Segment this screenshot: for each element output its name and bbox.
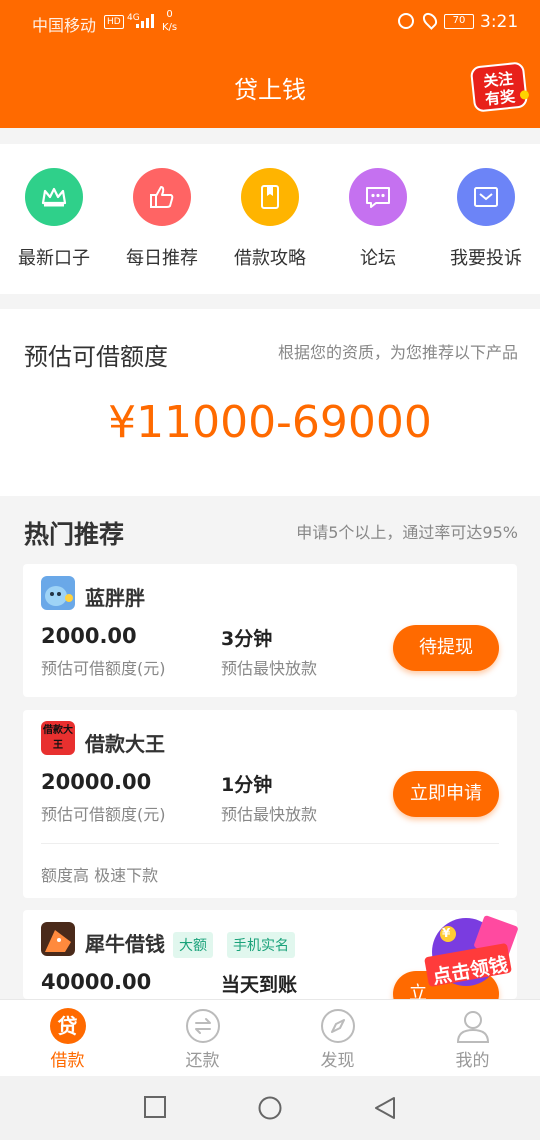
alarm-icon	[398, 13, 414, 29]
clock: 3:21	[480, 12, 519, 32]
menu-item-latest[interactable]: 最新口子	[0, 168, 108, 270]
product-logo	[41, 576, 75, 610]
loan-icon-text: 贷	[49, 1008, 86, 1044]
product-logo	[41, 922, 75, 956]
menu-label: 借款攻略	[234, 248, 306, 269]
menu-label: 每日推荐	[126, 248, 198, 269]
credit-estimate-section: 预估可借额度 根据您的资质，为您推荐以下产品 ¥11000-69000	[0, 309, 540, 496]
section-note: 申请5个以上，通过率可达95%	[296, 523, 518, 542]
tab-label: 借款	[50, 1051, 85, 1071]
tab-repay[interactable]: 还款	[135, 1008, 270, 1071]
repay-icon	[185, 1008, 221, 1044]
status-bar: 中国移动 HD 4G 0 K/s 70 3:21	[0, 0, 540, 46]
follow-badge-line2: 有奖	[484, 87, 517, 109]
tab-loan[interactable]: 贷 借款	[0, 1008, 135, 1071]
back-button[interactable]	[374, 1096, 396, 1124]
menu-item-daily[interactable]: 每日推荐	[108, 168, 216, 270]
hd-badge: HD	[104, 15, 124, 29]
menu-item-complaint[interactable]: 我要投诉	[432, 168, 540, 270]
product-speed: 3分钟	[221, 628, 273, 650]
loan-icon: 贷	[49, 1008, 86, 1044]
bottom-tab-bar: 贷 借款 还款 发现 我的	[0, 999, 540, 1076]
withdraw-button[interactable]: 待提现	[393, 625, 499, 671]
amount-label: 预估可借额度(元)	[41, 805, 166, 824]
tab-label: 我的	[455, 1051, 490, 1071]
credit-title: 预估可借额度	[24, 343, 168, 371]
product-logo-text: 借款大王	[43, 725, 73, 751]
menu-label: 论坛	[360, 248, 396, 269]
menu-item-guide[interactable]: 借款攻略	[216, 168, 324, 270]
location-icon	[420, 10, 440, 30]
product-name: 借款大王	[85, 732, 165, 756]
product-speed: 当天到账	[221, 974, 298, 996]
product-tag: 手机实名	[227, 932, 295, 958]
amount-label: 预估可借额度(元)	[41, 659, 166, 678]
carrier-name: 中国移动	[32, 16, 97, 35]
divider	[41, 843, 499, 844]
crown-icon	[25, 168, 83, 226]
app-header: 中国移动 HD 4G 0 K/s 70 3:21 贷上钱 关注 有奖	[0, 0, 540, 128]
tab-label: 还款	[185, 1051, 220, 1071]
promo-coin-label: ¥	[442, 926, 451, 940]
product-feature: 额度高 极速下款	[41, 866, 159, 885]
product-card[interactable]: 借款大王 借款大王 20000.00 预估可借额度(元) 1分钟 预估最快放款 …	[23, 710, 517, 898]
product-card[interactable]: 蓝胖胖 2000.00 预估可借额度(元) 3分钟 预估最快放款 待提现	[23, 564, 517, 697]
menu-label: 我要投诉	[450, 248, 522, 269]
speed-label: 预估最快放款	[221, 805, 318, 824]
tab-label: 发现	[320, 1051, 355, 1071]
product-logo: 借款大王	[41, 721, 75, 755]
section-title: 热门推荐	[24, 520, 125, 549]
menu-label: 最新口子	[18, 248, 90, 269]
product-amount: 2000.00	[41, 624, 137, 648]
tab-discover[interactable]: 发现	[270, 1008, 405, 1071]
network-speed-value: 0	[166, 9, 173, 20]
network-speed-unit: K/s	[162, 22, 178, 33]
envelope-icon	[457, 168, 515, 226]
signal-icon	[136, 14, 156, 28]
quick-menu: 最新口子 每日推荐 借款攻略 论坛 我要投诉	[0, 144, 540, 294]
system-nav-bar	[0, 1076, 540, 1140]
bookmark-icon	[241, 168, 299, 226]
recents-button[interactable]	[144, 1096, 166, 1122]
product-name: 蓝胖胖	[85, 586, 145, 610]
compass-icon	[320, 1008, 356, 1044]
product-amount: 40000.00	[41, 970, 152, 994]
product-name: 犀牛借钱	[85, 932, 165, 956]
apply-button[interactable]: 立即申请	[393, 771, 499, 817]
speed-label: 预估最快放款	[221, 659, 318, 678]
credit-amount: ¥11000-69000	[108, 397, 432, 448]
credit-note: 根据您的资质，为您推荐以下产品	[277, 343, 518, 362]
home-button[interactable]	[258, 1096, 282, 1124]
page-title: 贷上钱	[234, 76, 306, 104]
product-speed: 1分钟	[221, 774, 273, 796]
user-icon	[455, 1008, 491, 1044]
chat-icon	[349, 168, 407, 226]
battery-indicator: 70	[444, 14, 474, 29]
network-speed: 0 K/s	[162, 8, 177, 34]
product-amount: 20000.00	[41, 770, 152, 794]
product-tag: 大额	[173, 932, 213, 958]
tab-mine[interactable]: 我的	[405, 1008, 540, 1071]
promo-floating-button[interactable]: 点击领钱 ¥	[416, 912, 524, 1004]
follow-reward-badge[interactable]: 关注 有奖	[469, 61, 529, 113]
menu-item-forum[interactable]: 论坛	[324, 168, 432, 270]
thumbs-up-icon	[133, 168, 191, 226]
